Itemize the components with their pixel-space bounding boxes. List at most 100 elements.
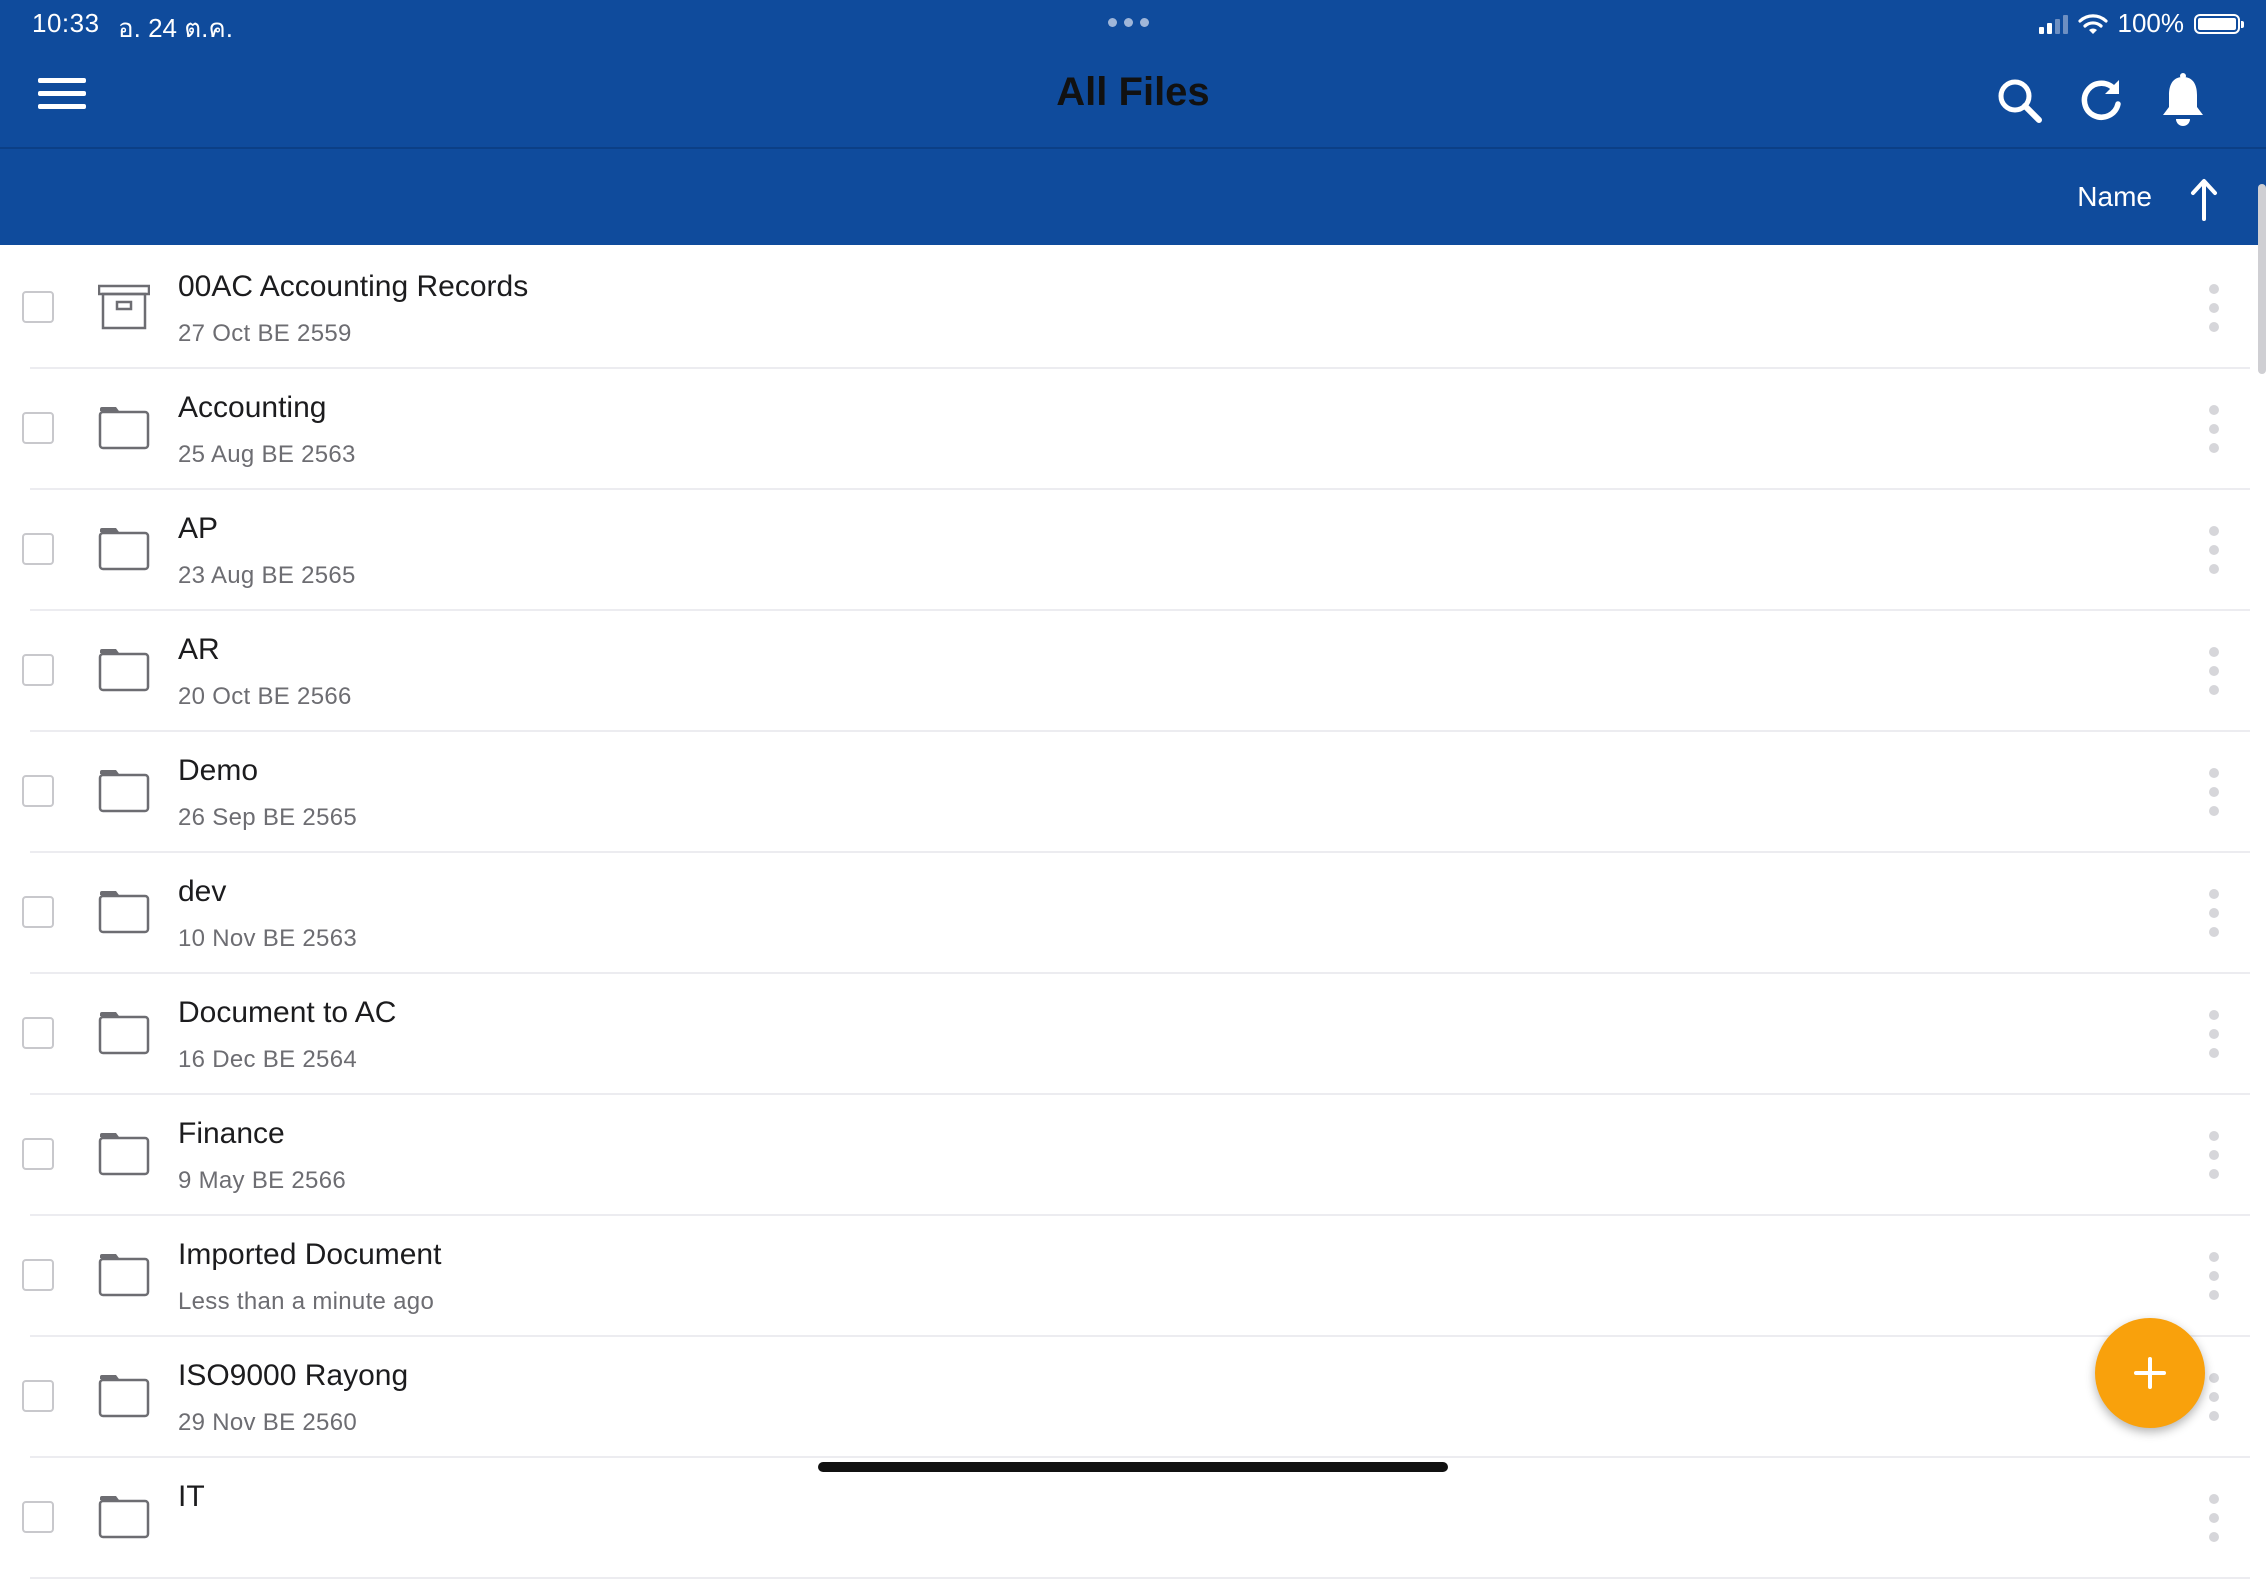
folder-icon bbox=[98, 524, 150, 574]
file-name: AP bbox=[178, 512, 219, 545]
folder-icon bbox=[98, 1008, 150, 1058]
more-vertical-icon bbox=[2209, 1373, 2219, 1383]
folder-icon bbox=[98, 1129, 150, 1179]
file-date: 27 Oct BE 2559 bbox=[178, 320, 352, 347]
page-title: All Files bbox=[1056, 70, 1210, 114]
folder-icon bbox=[98, 887, 150, 937]
select-checkbox[interactable] bbox=[22, 1259, 54, 1291]
select-checkbox[interactable] bbox=[22, 1017, 54, 1049]
navigation-bar: All Files bbox=[0, 46, 2266, 148]
list-item[interactable]: ISO9000 Rayong 29 Nov BE 2560 bbox=[22, 1337, 2250, 1458]
file-date: 25 Aug BE 2563 bbox=[178, 441, 356, 468]
notifications-button[interactable] bbox=[2158, 72, 2208, 128]
select-checkbox[interactable] bbox=[22, 1380, 54, 1412]
file-date: 9 May BE 2566 bbox=[178, 1167, 346, 1194]
sort-field-button[interactable]: Name bbox=[2077, 181, 2152, 213]
file-list: 00AC Accounting Records 27 Oct BE 2559 A… bbox=[0, 248, 2250, 1579]
status-indicators: 100% bbox=[2038, 8, 2244, 39]
more-options-button[interactable] bbox=[2202, 768, 2226, 816]
list-item[interactable]: AP 23 Aug BE 2565 bbox=[22, 490, 2250, 611]
list-item[interactable]: Imported Document Less than a minute ago bbox=[22, 1216, 2250, 1337]
cellular-signal-icon bbox=[2038, 14, 2068, 34]
file-date: 29 Nov BE 2560 bbox=[178, 1409, 357, 1436]
add-button[interactable] bbox=[2095, 1318, 2205, 1428]
list-item[interactable]: dev 10 Nov BE 2563 bbox=[22, 853, 2250, 974]
folder-icon bbox=[98, 1492, 150, 1542]
select-checkbox[interactable] bbox=[22, 1138, 54, 1170]
more-options-button[interactable] bbox=[2202, 526, 2226, 574]
select-checkbox[interactable] bbox=[22, 775, 54, 807]
file-name: Finance bbox=[178, 1117, 285, 1150]
list-item[interactable]: AR 20 Oct BE 2566 bbox=[22, 611, 2250, 732]
more-options-button[interactable] bbox=[2202, 1252, 2226, 1300]
more-options-button[interactable] bbox=[2202, 647, 2226, 695]
folder-icon bbox=[98, 766, 150, 816]
refresh-icon bbox=[2081, 80, 2121, 120]
select-checkbox[interactable] bbox=[22, 1501, 54, 1533]
file-date: 20 Oct BE 2566 bbox=[178, 683, 352, 710]
select-checkbox[interactable] bbox=[22, 654, 54, 686]
more-vertical-icon bbox=[2209, 1494, 2219, 1504]
archive-box-icon bbox=[97, 282, 151, 332]
file-name: dev bbox=[178, 875, 227, 908]
select-checkbox[interactable] bbox=[22, 533, 54, 565]
list-item[interactable]: Document to AC 16 Dec BE 2564 bbox=[22, 974, 2250, 1095]
home-indicator[interactable] bbox=[818, 1462, 1448, 1472]
folder-icon bbox=[98, 403, 150, 453]
more-vertical-icon bbox=[2209, 284, 2219, 294]
search-button[interactable] bbox=[1994, 72, 2044, 128]
list-item[interactable]: Finance 9 May BE 2566 bbox=[22, 1095, 2250, 1216]
list-item[interactable]: 00AC Accounting Records 27 Oct BE 2559 bbox=[22, 248, 2250, 369]
folder-icon bbox=[98, 645, 150, 695]
select-checkbox[interactable] bbox=[22, 291, 54, 323]
battery-icon bbox=[2194, 13, 2244, 34]
file-name: Accounting bbox=[178, 391, 327, 424]
more-options-button[interactable] bbox=[2202, 889, 2226, 937]
more-options-button[interactable] bbox=[2202, 1010, 2226, 1058]
search-icon bbox=[1998, 79, 2042, 123]
select-checkbox[interactable] bbox=[22, 412, 54, 444]
wifi-icon bbox=[2077, 13, 2108, 34]
file-date: 16 Dec BE 2564 bbox=[178, 1046, 357, 1073]
list-item[interactable]: IT bbox=[22, 1458, 2250, 1579]
list-item[interactable]: Demo 26 Sep BE 2565 bbox=[22, 732, 2250, 853]
file-name: Demo bbox=[178, 754, 259, 787]
more-options-button[interactable] bbox=[2202, 405, 2226, 453]
refresh-button[interactable] bbox=[2076, 72, 2126, 128]
more-vertical-icon bbox=[2209, 526, 2219, 536]
list-item[interactable]: Accounting 25 Aug BE 2563 bbox=[22, 369, 2250, 490]
status-date: อ. 24 ต.ค. bbox=[118, 13, 233, 43]
more-options-button[interactable] bbox=[2202, 284, 2226, 332]
file-date: 10 Nov BE 2563 bbox=[178, 925, 357, 952]
more-vertical-icon bbox=[2209, 1010, 2219, 1020]
more-vertical-icon bbox=[2209, 405, 2219, 415]
file-name: Imported Document bbox=[178, 1238, 442, 1271]
file-date: 26 Sep BE 2565 bbox=[178, 804, 358, 831]
more-vertical-icon bbox=[2209, 889, 2219, 899]
multitasking-dots-icon[interactable] bbox=[1108, 18, 1149, 27]
file-name: AR bbox=[178, 633, 220, 666]
folder-icon bbox=[98, 1250, 150, 1300]
folder-icon bbox=[98, 1371, 150, 1421]
more-options-button[interactable] bbox=[2202, 1131, 2226, 1179]
app-header: 10:33 อ. 24 ต.ค. 100% All Files Name bbox=[0, 0, 2266, 245]
more-options-button[interactable] bbox=[2202, 1373, 2226, 1421]
more-options-button[interactable] bbox=[2202, 1494, 2226, 1542]
file-date: 23 Aug BE 2565 bbox=[178, 562, 356, 589]
file-name: Document to AC bbox=[178, 996, 397, 1029]
more-vertical-icon bbox=[2209, 1131, 2219, 1141]
file-name: ISO9000 Rayong bbox=[178, 1359, 409, 1392]
sort-bar: Name bbox=[0, 149, 2266, 245]
arrow-up-icon[interactable] bbox=[2186, 177, 2222, 221]
file-name: IT bbox=[178, 1480, 205, 1513]
file-name: 00AC Accounting Records bbox=[178, 270, 529, 303]
more-vertical-icon bbox=[2209, 647, 2219, 657]
more-vertical-icon bbox=[2209, 768, 2219, 778]
more-vertical-icon bbox=[2209, 1252, 2219, 1262]
scrollbar[interactable] bbox=[2258, 184, 2266, 374]
plus-icon bbox=[2134, 1357, 2166, 1389]
select-checkbox[interactable] bbox=[22, 896, 54, 928]
file-date: Less than a minute ago bbox=[178, 1288, 435, 1315]
bell-icon bbox=[2163, 73, 2203, 126]
battery-percent: 100% bbox=[2117, 8, 2185, 38]
